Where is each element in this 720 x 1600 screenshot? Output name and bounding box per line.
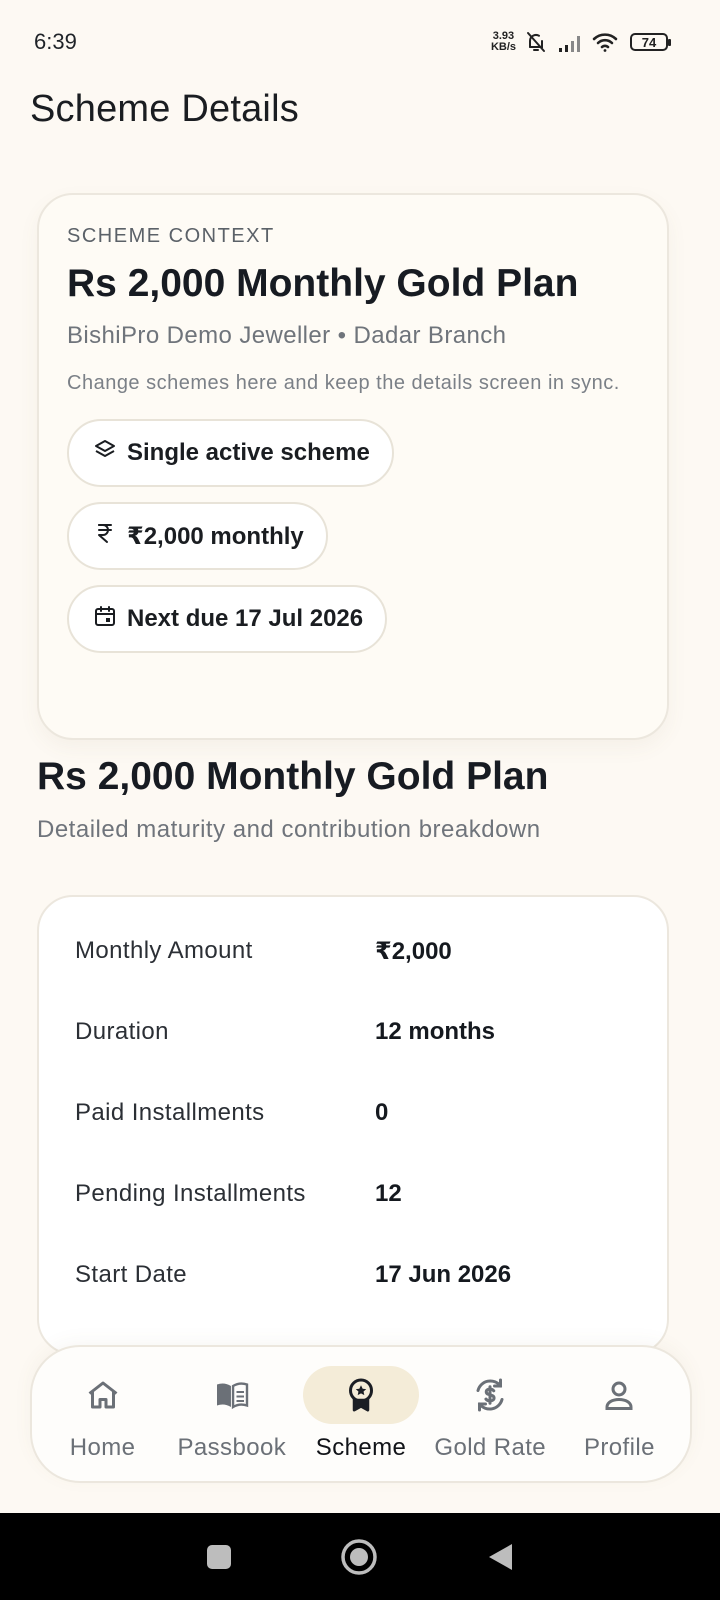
nav-label: Home: [69, 1434, 136, 1461]
next-due-chip[interactable]: Next due 17 Jul 2026: [67, 585, 388, 653]
nav-label: Profile: [584, 1434, 655, 1461]
detail-value: 12 months: [375, 1018, 496, 1045]
detail-value: 17 Jun 2026: [375, 1261, 512, 1288]
scheme-context-eyebrow: SCHEME CONTEXT: [67, 225, 275, 247]
plan-subtitle: Detailed maturity and contribution break…: [37, 816, 541, 843]
nav-label: Gold Rate: [434, 1434, 547, 1461]
currency-exchange-icon: [432, 1366, 548, 1424]
detail-label: Pending Installments: [75, 1180, 306, 1207]
detail-row-paid-installments: Paid Installments 0: [75, 1099, 631, 1180]
detail-row-start-date: Start Date 17 Jun 2026: [75, 1261, 631, 1342]
detail-value: 0: [375, 1099, 389, 1126]
system-navigation-bar: [0, 1513, 720, 1600]
chip-label: ₹2,000 monthly: [127, 522, 304, 550]
user-icon: [561, 1366, 677, 1424]
nav-item-gold-rate[interactable]: Gold Rate: [426, 1366, 555, 1462]
nav-item-profile[interactable]: Profile: [555, 1366, 684, 1462]
chip-label: Next due 17 Jul 2026: [127, 605, 364, 632]
detail-label: Duration: [75, 1018, 169, 1045]
layers-icon: [93, 438, 117, 469]
nav-item-passbook[interactable]: Passbook: [167, 1366, 296, 1462]
home-icon: [45, 1366, 161, 1424]
calendar-icon: [93, 604, 117, 635]
detail-row-monthly-amount: Monthly Amount ₹2,000: [75, 937, 631, 1018]
status-icons: 3.93 KB/s 74: [491, 30, 671, 54]
plan-details-card: Monthly Amount ₹2,000 Duration 12 months…: [37, 895, 669, 1355]
detail-label: Paid Installments: [75, 1099, 265, 1126]
status-bar: 6:39 3.93 KB/s 74: [0, 0, 720, 84]
scheme-context-title: Rs 2,000 Monthly Gold Plan: [67, 262, 579, 305]
scheme-context-card: SCHEME CONTEXT Rs 2,000 Monthly Gold Pla…: [37, 193, 669, 740]
book-icon: [174, 1366, 290, 1424]
page-title: Scheme Details: [30, 88, 299, 130]
back-button-icon[interactable]: [486, 1542, 514, 1572]
detail-row-pending-installments: Pending Installments 12: [75, 1180, 631, 1261]
home-button-icon[interactable]: [340, 1538, 378, 1576]
network-speed: 3.93 KB/s: [491, 31, 516, 53]
monthly-amount-chip[interactable]: ₹2,000 monthly: [67, 502, 328, 570]
network-speed-unit: KB/s: [490, 41, 516, 53]
recents-button-icon[interactable]: [206, 1544, 232, 1570]
nav-item-scheme[interactable]: Scheme: [296, 1366, 425, 1462]
detail-value: 12: [375, 1180, 402, 1207]
chip-label: Single active scheme: [127, 439, 370, 466]
status-time: 6:39: [34, 29, 77, 54]
bottom-navigation: Home Passbook Scheme Gold Rate Profile: [30, 1345, 692, 1483]
scheme-context-note: Change schemes here and keep the details…: [67, 372, 620, 394]
battery-icon: 74: [630, 33, 671, 51]
detail-label: Monthly Amount: [75, 937, 253, 964]
award-icon: [303, 1366, 419, 1424]
detail-value: ₹2,000: [375, 938, 452, 965]
scheme-context-subtitle: BishiPro Demo Jeweller • Dadar Branch: [67, 322, 507, 349]
plan-title: Rs 2,000 Monthly Gold Plan: [37, 755, 549, 798]
wifi-icon: [592, 30, 618, 54]
signal-icon: [558, 30, 584, 54]
scheme-chip-list: Single active scheme ₹2,000 monthly Next…: [67, 419, 639, 653]
rupee-icon: [93, 521, 117, 552]
single-active-scheme-chip[interactable]: Single active scheme: [67, 419, 394, 487]
nav-item-home[interactable]: Home: [38, 1366, 167, 1462]
nav-label: Passbook: [177, 1434, 287, 1461]
detail-row-duration: Duration 12 months: [75, 1018, 631, 1099]
detail-label: Start Date: [75, 1261, 188, 1288]
bell-off-icon: [524, 30, 550, 54]
nav-label: Scheme: [315, 1434, 407, 1461]
